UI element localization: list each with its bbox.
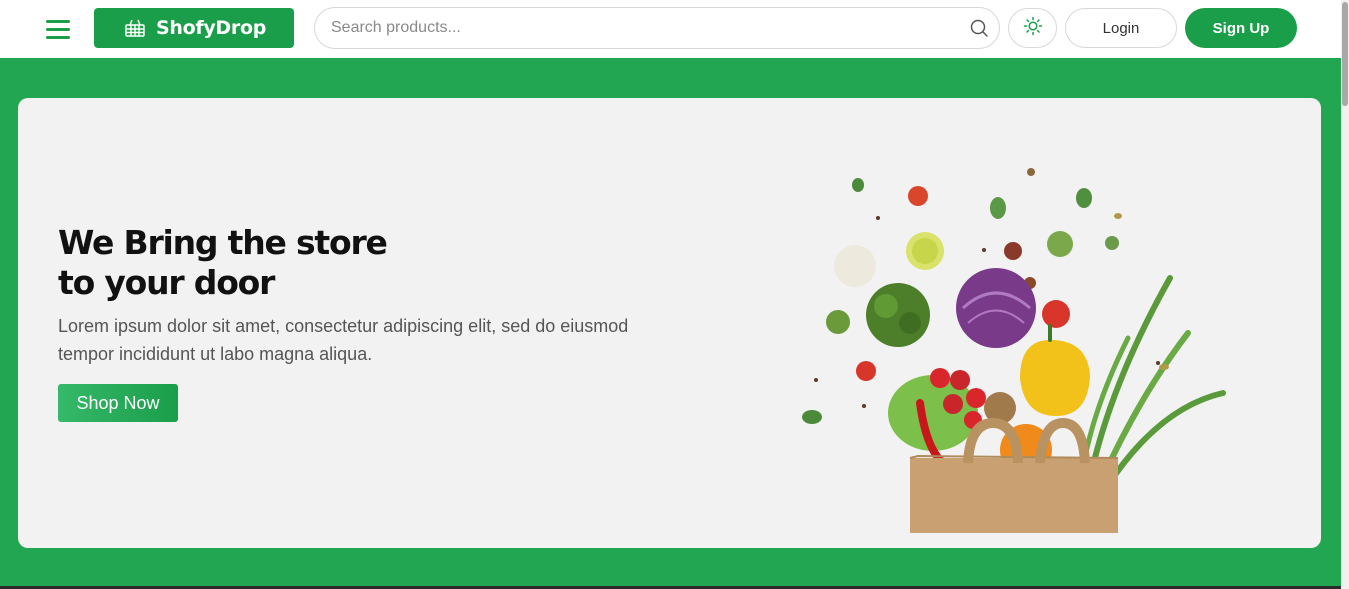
menu-icon-bar — [46, 35, 70, 39]
search-input[interactable] — [331, 8, 951, 48]
search-bar — [314, 7, 1000, 49]
page-scrollbar[interactable] — [1341, 0, 1349, 589]
hero-title-line: to your door — [58, 263, 275, 302]
menu-icon-bar — [46, 27, 70, 31]
hero-title-line: We Bring the store — [58, 223, 388, 262]
hero-title: We Bring the store to your door — [58, 223, 578, 303]
search-icon[interactable] — [969, 18, 989, 38]
scrollbar-thumb[interactable] — [1342, 2, 1348, 106]
menu-button[interactable] — [40, 14, 76, 44]
hero-description: Lorem ipsum dolor sit amet, consectetur … — [58, 316, 629, 364]
hero-image — [802, 168, 1226, 533]
login-button[interactable]: Login — [1065, 8, 1177, 48]
hero-section: We Bring the store to your door Lorem ip… — [0, 58, 1341, 589]
basket-icon — [122, 15, 148, 41]
hero-card: We Bring the store to your door Lorem ip… — [18, 98, 1321, 548]
top-navbar: ShofyDrop Login Sign Up — [0, 0, 1341, 58]
page: ShofyDrop Login Sign Up — [0, 0, 1349, 589]
theme-toggle-button[interactable] — [1008, 8, 1057, 48]
signup-button[interactable]: Sign Up — [1185, 8, 1297, 48]
sun-icon — [1023, 16, 1043, 41]
brand-name: ShofyDrop — [155, 17, 266, 39]
brand-logo[interactable]: ShofyDrop — [94, 8, 294, 48]
menu-icon-bar — [46, 19, 70, 23]
shop-now-button[interactable]: Shop Now — [58, 384, 178, 422]
